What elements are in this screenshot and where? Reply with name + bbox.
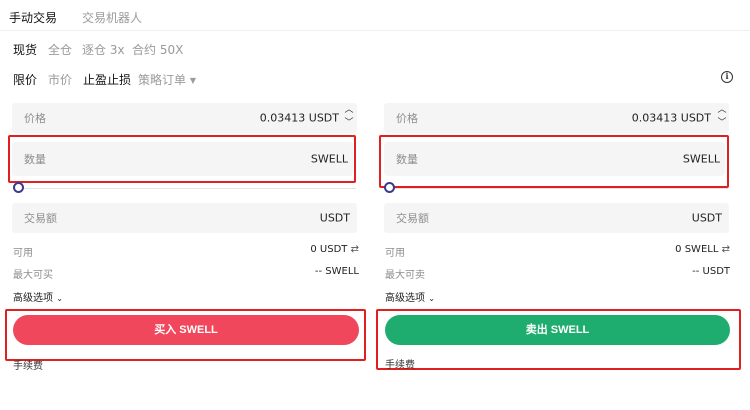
buy-available-value-row: 0 USDT ⇄ xyxy=(310,244,359,255)
chevron-up-icon[interactable]: ︿ xyxy=(343,106,355,115)
buy-advanced-label: 高级选项 xyxy=(13,293,53,304)
sell-available-label: 可用 xyxy=(385,248,405,259)
buy-advanced-options[interactable]: 高级选项 ⌄ xyxy=(13,289,63,304)
sell-advanced-options[interactable]: 高级选项 ⌄ xyxy=(385,289,435,304)
sell-available-value: 0 SWELL xyxy=(675,244,719,255)
sell-button[interactable]: 卖出 SWELL xyxy=(385,315,730,345)
sell-amount-unit: USDT xyxy=(691,211,722,225)
buy-max-label: 最大可买 xyxy=(13,270,53,281)
buy-quantity-unit: SWELL xyxy=(310,152,348,166)
sell-quantity-unit: SWELL xyxy=(682,152,720,166)
swap-icon[interactable]: ⇄ xyxy=(351,244,359,255)
buy-price-value: 0.03413 USDT xyxy=(259,111,339,125)
buy-available-value: 0 USDT xyxy=(310,244,348,255)
chevron-down-icon: ⌄ xyxy=(56,294,63,303)
sell-price-label: 价格 xyxy=(396,112,418,125)
sell-slider-track[interactable] xyxy=(390,188,728,189)
sell-amount-label: 交易额 xyxy=(396,212,429,225)
sell-amount-field[interactable]: 交易额 USDT xyxy=(384,203,729,233)
sell-max-value: -- USDT xyxy=(692,266,730,277)
sell-quantity-field[interactable]: 数量 SWELL xyxy=(384,142,725,176)
sell-panel: 价格 0.03413 USDT ︿ ﹀ 数量 SWELL 交易额 USDT 可用… xyxy=(375,0,750,410)
buy-slider-track[interactable] xyxy=(18,188,356,189)
buy-fee-label: 手续费 xyxy=(13,361,43,372)
sell-quantity-label: 数量 xyxy=(396,153,418,166)
buy-amount-label: 交易额 xyxy=(24,212,57,225)
buy-available-label: 可用 xyxy=(13,248,33,259)
buy-panel: 价格 0.03413 USDT ︿ ﹀ 数量 SWELL 交易额 USDT 可用… xyxy=(0,0,375,410)
sell-max-label: 最大可卖 xyxy=(385,270,425,281)
buy-quantity-field[interactable]: 数量 SWELL xyxy=(12,142,353,176)
sell-available-value-row: 0 SWELL ⇄ xyxy=(675,244,730,255)
swap-icon[interactable]: ⇄ xyxy=(722,244,730,255)
buy-amount-unit: USDT xyxy=(319,211,350,225)
chevron-down-icon[interactable]: ﹀ xyxy=(716,119,728,128)
buy-quantity-label: 数量 xyxy=(24,153,46,166)
sell-advanced-label: 高级选项 xyxy=(385,293,425,304)
buy-amount-field[interactable]: 交易额 USDT xyxy=(12,203,357,233)
sell-price-value: 0.03413 USDT xyxy=(631,111,711,125)
sell-fee-label: 手续费 xyxy=(385,360,415,371)
chevron-up-icon[interactable]: ︿ xyxy=(716,106,728,115)
sell-price-field[interactable]: 价格 0.03413 USDT xyxy=(384,103,729,133)
buy-price-label: 价格 xyxy=(24,112,46,125)
buy-price-field[interactable]: 价格 0.03413 USDT xyxy=(12,103,357,133)
buy-max-value: -- SWELL xyxy=(314,266,359,277)
buy-slider-handle[interactable] xyxy=(13,182,24,193)
buy-button[interactable]: 买入 SWELL xyxy=(13,315,359,345)
chevron-down-icon[interactable]: ﹀ xyxy=(343,119,355,128)
sell-slider-handle[interactable] xyxy=(384,182,395,193)
chevron-down-icon: ⌄ xyxy=(428,294,435,303)
